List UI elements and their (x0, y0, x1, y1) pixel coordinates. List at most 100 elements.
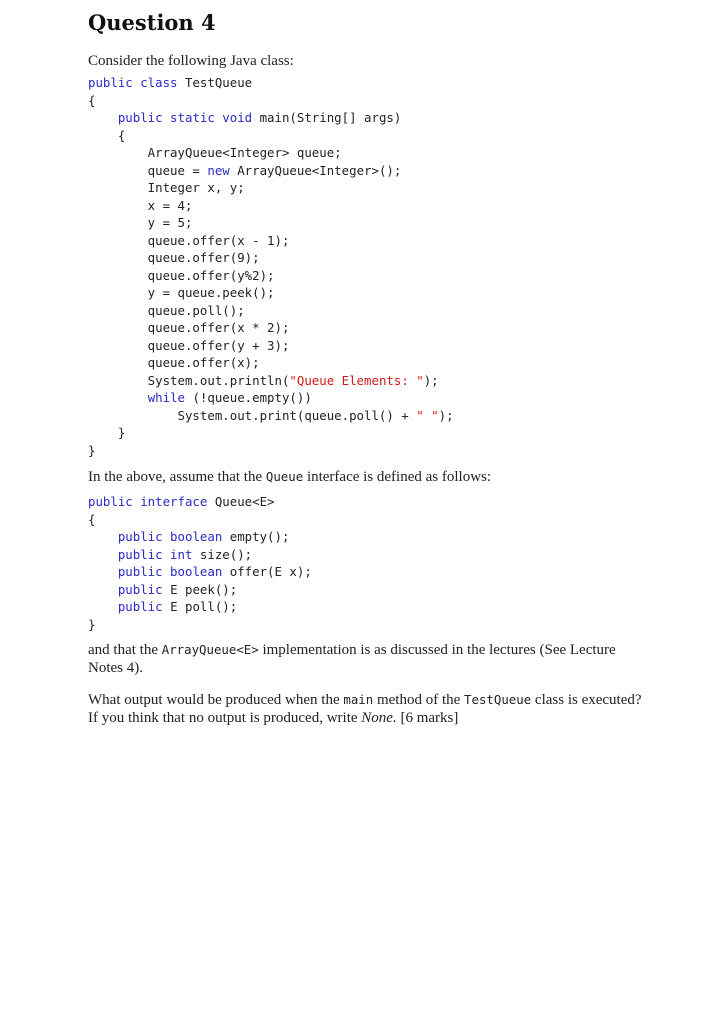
code-string: "Queue Elements: " (289, 372, 424, 388)
code-text: queue.offer(9); (88, 250, 260, 265)
question-title: Question 4 (88, 10, 216, 35)
code-text: Integer x, y; (88, 180, 245, 195)
code-text: E poll(); (162, 599, 238, 614)
prompt-part-2: method of the (373, 692, 465, 708)
code-string: " " (416, 407, 439, 423)
interface-code-line: public int size(); (88, 546, 312, 564)
code-text: System.out.print(queue.poll() + (88, 407, 417, 423)
class-code-line: ArrayQueue<Integer> queue; (88, 144, 454, 162)
code-text: y = queue.peek(); (88, 285, 275, 300)
class-code-line: queue = new ArrayQueue<Integer>(); (88, 162, 454, 180)
code-text: System.out.println( (88, 372, 290, 388)
class-code-line: queue.offer(x); (88, 354, 454, 372)
code-text: queue.poll(); (88, 302, 245, 318)
code-text: { (88, 92, 96, 108)
code-text: { (88, 511, 96, 527)
class-code-line: public static void main(String[] args) (88, 109, 454, 127)
class-code-line: queue.poll(); (88, 302, 454, 320)
code-text: offer(E x); (222, 564, 312, 579)
code-keyword: public (117, 599, 163, 614)
code-text: ArrayQueue<Integer>(); (229, 162, 402, 178)
implementation-note: and that the ArrayQueue<E> implementatio… (88, 641, 648, 677)
code-text: queue.offer(y + 3); (88, 337, 290, 353)
prompt-part-1: What output would be produced when the (88, 692, 344, 708)
code-text: ArrayQueue<Integer> queue; (88, 145, 342, 160)
interface-code-line: public boolean offer(E x); (88, 563, 312, 581)
code-text: TestQueue (177, 75, 253, 90)
prompt-marks: [6 marks] (396, 710, 459, 726)
class-code-line: queue.offer(y + 3); (88, 337, 454, 355)
class-code-line: queue.offer(y%2); (88, 267, 454, 285)
code-text: main(String[] args) (252, 110, 402, 125)
code-text: } (88, 616, 96, 632)
class-code-line: y = 5; (88, 214, 454, 232)
code-keyword: public int (117, 546, 193, 562)
class-code-block: public class TestQueue{ public static vo… (88, 74, 454, 459)
class-code-line: { (88, 92, 454, 110)
code-text: (!queue.empty()) (185, 390, 312, 405)
impl-note-code: ArrayQueue<E> (161, 642, 259, 657)
code-keyword: public static void (117, 110, 253, 125)
class-code-line: x = 4; (88, 197, 454, 215)
code-keyword: while (147, 390, 185, 405)
class-code-line: } (88, 442, 454, 460)
interface-intro-after: interface is defined as follows: (303, 469, 492, 485)
class-code-line: { (88, 127, 454, 145)
class-code-line: while (!queue.empty()) (88, 389, 454, 407)
interface-code-line: public interface Queue<E> (88, 493, 312, 511)
code-text: y = 5; (88, 215, 193, 230)
code-text: { (88, 127, 126, 143)
class-code-line: Integer x, y; (88, 179, 454, 197)
interface-code-line: public boolean empty(); (88, 528, 312, 546)
prompt-code-testqueue: TestQueue (464, 692, 532, 707)
code-text: E peek(); (162, 581, 238, 597)
code-text: queue.offer(x - 1); (88, 232, 290, 248)
code-text: x = 4; (88, 197, 193, 213)
class-code-line: queue.offer(9); (88, 249, 454, 267)
interface-code-line: } (88, 616, 312, 634)
interface-intro-before: In the above, assume that the (88, 469, 266, 485)
code-text: } (88, 425, 126, 440)
code-text: queue.offer(x); (88, 355, 260, 370)
interface-code-block: public interface Queue<E>{ public boolea… (88, 493, 312, 633)
class-code-line: public class TestQueue (88, 74, 454, 92)
code-text: ); (438, 407, 454, 423)
code-keyword: public boolean (117, 564, 223, 579)
interface-intro-text: In the above, assume that the Queue inte… (88, 468, 648, 486)
code-keyword: new (207, 162, 230, 178)
code-text: empty(); (222, 529, 290, 544)
interface-intro-code: Queue (265, 469, 304, 484)
code-keyword: public interface (88, 494, 208, 509)
code-text: size(); (192, 546, 253, 562)
prompt-none: None. (361, 710, 397, 726)
code-text: } (88, 442, 96, 458)
class-code-line: } (88, 424, 454, 442)
class-code-line: queue.offer(x * 2); (88, 319, 454, 337)
code-text: Queue<E> (207, 494, 275, 509)
code-text: queue.offer(y%2); (88, 267, 275, 283)
class-code-line: System.out.print(queue.poll() + " "); (88, 407, 454, 425)
code-text: ); (423, 372, 439, 388)
class-code-line: System.out.println("Queue Elements: "); (88, 372, 454, 390)
interface-code-line: public E peek(); (88, 581, 312, 599)
code-keyword: public class (88, 75, 178, 90)
impl-note-before: and that the (88, 642, 162, 658)
prompt-code-main: main (343, 692, 374, 707)
class-code-line: queue.offer(x - 1); (88, 232, 454, 250)
code-text: queue = (88, 162, 208, 178)
code-keyword: public (117, 581, 163, 597)
code-keyword: public boolean (117, 529, 223, 544)
intro-text: Consider the following Java class: (88, 53, 294, 69)
code-text: queue.offer(x * 2); (88, 320, 290, 335)
interface-code-line: public E poll(); (88, 598, 312, 616)
interface-code-line: { (88, 511, 312, 529)
question-prompt: What output would be produced when the m… (88, 691, 648, 727)
class-code-line: y = queue.peek(); (88, 284, 454, 302)
